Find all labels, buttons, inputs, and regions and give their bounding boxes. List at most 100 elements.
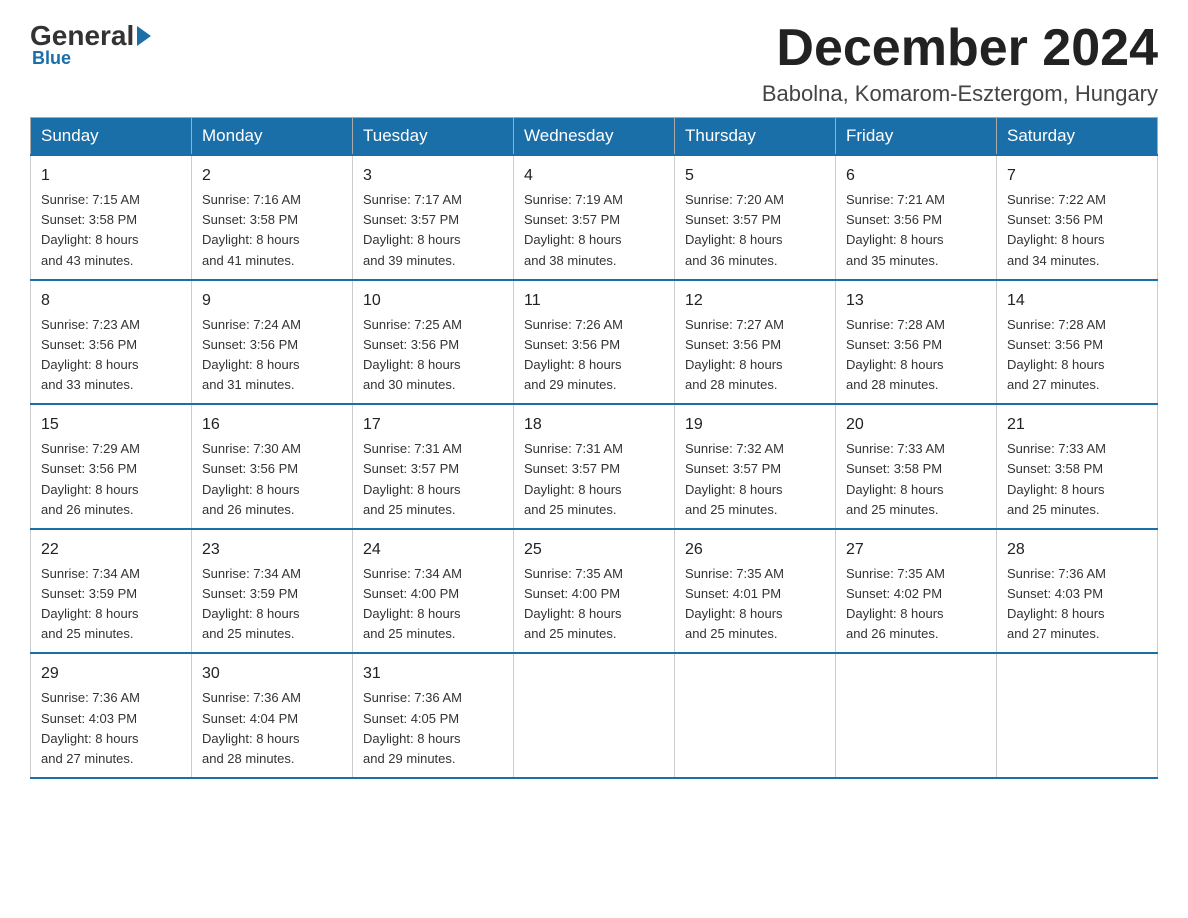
day-info: Sunrise: 7:19 AMSunset: 3:57 PMDaylight:… (524, 190, 664, 271)
table-row: 8Sunrise: 7:23 AMSunset: 3:56 PMDaylight… (31, 280, 192, 405)
day-info: Sunrise: 7:27 AMSunset: 3:56 PMDaylight:… (685, 315, 825, 396)
day-info: Sunrise: 7:25 AMSunset: 3:56 PMDaylight:… (363, 315, 503, 396)
table-row: 31Sunrise: 7:36 AMSunset: 4:05 PMDayligh… (353, 653, 514, 778)
table-row (675, 653, 836, 778)
day-info: Sunrise: 7:35 AMSunset: 4:01 PMDaylight:… (685, 564, 825, 645)
location-text: Babolna, Komarom-Esztergom, Hungary (762, 81, 1158, 107)
day-number: 18 (524, 413, 664, 437)
table-row: 27Sunrise: 7:35 AMSunset: 4:02 PMDayligh… (836, 529, 997, 654)
table-row: 25Sunrise: 7:35 AMSunset: 4:00 PMDayligh… (514, 529, 675, 654)
day-number: 15 (41, 413, 181, 437)
table-row: 30Sunrise: 7:36 AMSunset: 4:04 PMDayligh… (192, 653, 353, 778)
day-number: 27 (846, 538, 986, 562)
table-row: 18Sunrise: 7:31 AMSunset: 3:57 PMDayligh… (514, 404, 675, 529)
day-info: Sunrise: 7:23 AMSunset: 3:56 PMDaylight:… (41, 315, 181, 396)
day-info: Sunrise: 7:35 AMSunset: 4:00 PMDaylight:… (524, 564, 664, 645)
day-number: 10 (363, 289, 503, 313)
day-info: Sunrise: 7:34 AMSunset: 3:59 PMDaylight:… (202, 564, 342, 645)
day-info: Sunrise: 7:35 AMSunset: 4:02 PMDaylight:… (846, 564, 986, 645)
day-number: 2 (202, 164, 342, 188)
day-number: 1 (41, 164, 181, 188)
day-number: 7 (1007, 164, 1147, 188)
table-row: 20Sunrise: 7:33 AMSunset: 3:58 PMDayligh… (836, 404, 997, 529)
day-number: 12 (685, 289, 825, 313)
table-row: 7Sunrise: 7:22 AMSunset: 3:56 PMDaylight… (997, 155, 1158, 280)
day-info: Sunrise: 7:28 AMSunset: 3:56 PMDaylight:… (846, 315, 986, 396)
day-number: 17 (363, 413, 503, 437)
day-info: Sunrise: 7:36 AMSunset: 4:03 PMDaylight:… (41, 688, 181, 769)
day-info: Sunrise: 7:30 AMSunset: 3:56 PMDaylight:… (202, 439, 342, 520)
day-info: Sunrise: 7:22 AMSunset: 3:56 PMDaylight:… (1007, 190, 1147, 271)
table-row: 22Sunrise: 7:34 AMSunset: 3:59 PMDayligh… (31, 529, 192, 654)
col-friday: Friday (836, 118, 997, 156)
table-row: 29Sunrise: 7:36 AMSunset: 4:03 PMDayligh… (31, 653, 192, 778)
col-wednesday: Wednesday (514, 118, 675, 156)
day-number: 3 (363, 164, 503, 188)
day-number: 26 (685, 538, 825, 562)
table-row (836, 653, 997, 778)
calendar-header-row: Sunday Monday Tuesday Wednesday Thursday… (31, 118, 1158, 156)
day-number: 16 (202, 413, 342, 437)
table-row: 24Sunrise: 7:34 AMSunset: 4:00 PMDayligh… (353, 529, 514, 654)
table-row: 12Sunrise: 7:27 AMSunset: 3:56 PMDayligh… (675, 280, 836, 405)
calendar-week-row: 15Sunrise: 7:29 AMSunset: 3:56 PMDayligh… (31, 404, 1158, 529)
day-info: Sunrise: 7:28 AMSunset: 3:56 PMDaylight:… (1007, 315, 1147, 396)
day-number: 21 (1007, 413, 1147, 437)
day-info: Sunrise: 7:17 AMSunset: 3:57 PMDaylight:… (363, 190, 503, 271)
table-row: 16Sunrise: 7:30 AMSunset: 3:56 PMDayligh… (192, 404, 353, 529)
day-number: 8 (41, 289, 181, 313)
day-number: 4 (524, 164, 664, 188)
table-row: 28Sunrise: 7:36 AMSunset: 4:03 PMDayligh… (997, 529, 1158, 654)
day-number: 6 (846, 164, 986, 188)
day-info: Sunrise: 7:21 AMSunset: 3:56 PMDaylight:… (846, 190, 986, 271)
month-title: December 2024 (762, 20, 1158, 77)
day-info: Sunrise: 7:34 AMSunset: 4:00 PMDaylight:… (363, 564, 503, 645)
day-number: 20 (846, 413, 986, 437)
table-row: 3Sunrise: 7:17 AMSunset: 3:57 PMDaylight… (353, 155, 514, 280)
title-block: December 2024 Babolna, Komarom-Esztergom… (762, 20, 1158, 107)
day-number: 5 (685, 164, 825, 188)
day-info: Sunrise: 7:33 AMSunset: 3:58 PMDaylight:… (1007, 439, 1147, 520)
table-row: 5Sunrise: 7:20 AMSunset: 3:57 PMDaylight… (675, 155, 836, 280)
day-number: 9 (202, 289, 342, 313)
table-row: 15Sunrise: 7:29 AMSunset: 3:56 PMDayligh… (31, 404, 192, 529)
table-row: 9Sunrise: 7:24 AMSunset: 3:56 PMDaylight… (192, 280, 353, 405)
table-row: 2Sunrise: 7:16 AMSunset: 3:58 PMDaylight… (192, 155, 353, 280)
col-sunday: Sunday (31, 118, 192, 156)
day-number: 28 (1007, 538, 1147, 562)
table-row (514, 653, 675, 778)
logo: General Blue (30, 20, 151, 69)
day-info: Sunrise: 7:20 AMSunset: 3:57 PMDaylight:… (685, 190, 825, 271)
day-info: Sunrise: 7:36 AMSunset: 4:05 PMDaylight:… (363, 688, 503, 769)
day-info: Sunrise: 7:24 AMSunset: 3:56 PMDaylight:… (202, 315, 342, 396)
day-number: 13 (846, 289, 986, 313)
day-info: Sunrise: 7:31 AMSunset: 3:57 PMDaylight:… (524, 439, 664, 520)
page-header: General Blue December 2024 Babolna, Koma… (30, 20, 1158, 107)
day-info: Sunrise: 7:34 AMSunset: 3:59 PMDaylight:… (41, 564, 181, 645)
day-number: 30 (202, 662, 342, 686)
table-row: 17Sunrise: 7:31 AMSunset: 3:57 PMDayligh… (353, 404, 514, 529)
table-row: 21Sunrise: 7:33 AMSunset: 3:58 PMDayligh… (997, 404, 1158, 529)
table-row: 10Sunrise: 7:25 AMSunset: 3:56 PMDayligh… (353, 280, 514, 405)
table-row: 6Sunrise: 7:21 AMSunset: 3:56 PMDaylight… (836, 155, 997, 280)
logo-blue-text: Blue (32, 48, 71, 69)
day-info: Sunrise: 7:16 AMSunset: 3:58 PMDaylight:… (202, 190, 342, 271)
col-saturday: Saturday (997, 118, 1158, 156)
day-number: 31 (363, 662, 503, 686)
col-monday: Monday (192, 118, 353, 156)
table-row: 14Sunrise: 7:28 AMSunset: 3:56 PMDayligh… (997, 280, 1158, 405)
day-number: 25 (524, 538, 664, 562)
day-number: 19 (685, 413, 825, 437)
day-number: 11 (524, 289, 664, 313)
table-row: 1Sunrise: 7:15 AMSunset: 3:58 PMDaylight… (31, 155, 192, 280)
table-row: 26Sunrise: 7:35 AMSunset: 4:01 PMDayligh… (675, 529, 836, 654)
table-row: 4Sunrise: 7:19 AMSunset: 3:57 PMDaylight… (514, 155, 675, 280)
day-number: 24 (363, 538, 503, 562)
logo-arrow-icon (137, 26, 151, 46)
day-info: Sunrise: 7:26 AMSunset: 3:56 PMDaylight:… (524, 315, 664, 396)
day-info: Sunrise: 7:15 AMSunset: 3:58 PMDaylight:… (41, 190, 181, 271)
day-info: Sunrise: 7:36 AMSunset: 4:04 PMDaylight:… (202, 688, 342, 769)
day-info: Sunrise: 7:29 AMSunset: 3:56 PMDaylight:… (41, 439, 181, 520)
day-info: Sunrise: 7:32 AMSunset: 3:57 PMDaylight:… (685, 439, 825, 520)
calendar-week-row: 8Sunrise: 7:23 AMSunset: 3:56 PMDaylight… (31, 280, 1158, 405)
